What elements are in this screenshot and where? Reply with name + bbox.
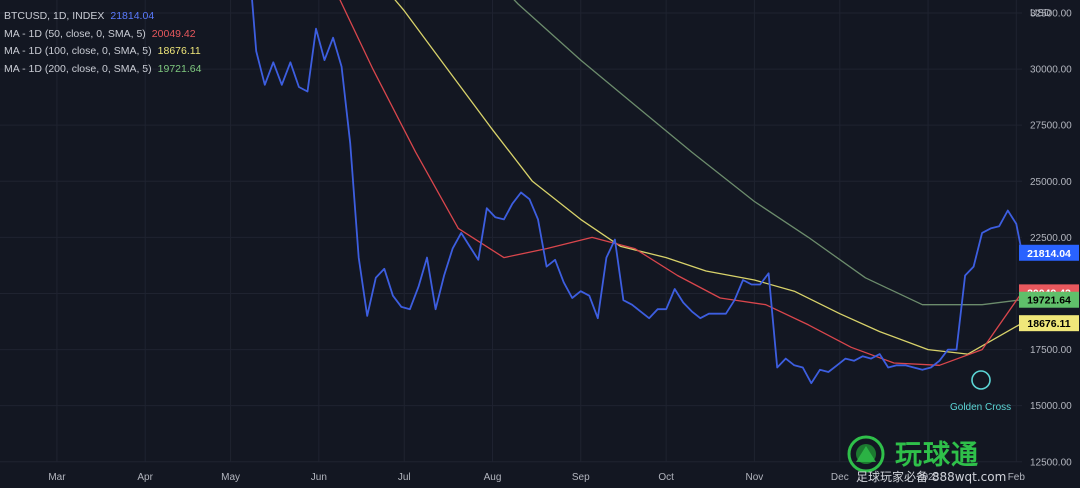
watermark-subtitle: 足球玩家必备 888wqt.com bbox=[856, 470, 1007, 484]
legend-value-ma100: 18676.11 bbox=[157, 45, 201, 57]
legend-value-price: 21814.04 bbox=[110, 10, 155, 22]
watermark: 玩球通 足球玩家必备 888wqt.com bbox=[840, 432, 1080, 488]
x-tick-label: Nov bbox=[746, 472, 764, 483]
price-tag-label-ma200: 19721.64 bbox=[1027, 295, 1071, 307]
legend-row-price[interactable]: BTCUSD, 1D, INDEX 21814.04 bbox=[4, 8, 201, 26]
x-tick-label: May bbox=[221, 472, 240, 483]
x-tick-label: Aug bbox=[484, 472, 502, 483]
y-tick-label: 27500.00 bbox=[1030, 121, 1072, 132]
price-tag-label-price: 21814.04 bbox=[1027, 248, 1071, 260]
x-tick-label: Jun bbox=[311, 472, 327, 483]
golden-cross-marker bbox=[971, 370, 991, 390]
legend-row-ma50[interactable]: MA - 1D (50, close, 0, SMA, 5) 20049.42 bbox=[4, 26, 201, 44]
legend-label-ma100: MA - 1D (100, close, 0, SMA, 5) bbox=[4, 45, 152, 57]
currency-label: USD bbox=[1030, 8, 1051, 19]
x-tick-label: Oct bbox=[658, 472, 674, 483]
x-tick-label: Mar bbox=[48, 472, 66, 483]
golden-cross-annotation: Golden Cross bbox=[950, 370, 1011, 413]
y-tick-label: 30000.00 bbox=[1030, 65, 1072, 76]
y-tick-label: 17500.00 bbox=[1030, 345, 1072, 356]
price-axis[interactable]: 50000.0047500.0045000.0042500.0040000.00… bbox=[1030, 0, 1072, 468]
x-tick-label: Apr bbox=[137, 472, 153, 483]
y-tick-label: 25000.00 bbox=[1030, 177, 1072, 188]
legend-label-ma50: MA - 1D (50, close, 0, SMA, 5) bbox=[4, 27, 146, 40]
price-tag-label-ma100: 18676.11 bbox=[1027, 318, 1070, 330]
legend-value-ma200: 19721.64 bbox=[157, 62, 202, 75]
y-tick-label: 15000.00 bbox=[1030, 401, 1072, 412]
y-tick-label: 22500.00 bbox=[1030, 233, 1072, 244]
legend-label-ma200: MA - 1D (200, close, 0, SMA, 5) bbox=[4, 62, 152, 75]
legend: BTCUSD, 1D, INDEX 21814.04 MA - 1D (50, c… bbox=[4, 8, 201, 78]
legend-label-price: BTCUSD, 1D, INDEX bbox=[4, 10, 105, 22]
legend-row-ma100[interactable]: MA - 1D (100, close, 0, SMA, 5) 18676.11 bbox=[4, 43, 201, 61]
watermark-title: 玩球通 bbox=[895, 440, 979, 471]
legend-row-ma200[interactable]: MA - 1D (200, close, 0, SMA, 5) 19721.64 bbox=[4, 61, 201, 79]
golden-cross-label: Golden Cross bbox=[950, 402, 1011, 413]
x-tick-label: Sep bbox=[572, 472, 590, 483]
legend-value-ma50: 20049.42 bbox=[151, 27, 196, 40]
price-tags: 21814.0420049.4219721.6418676.11 bbox=[1019, 244, 1079, 332]
x-tick-label: Jul bbox=[398, 472, 411, 483]
